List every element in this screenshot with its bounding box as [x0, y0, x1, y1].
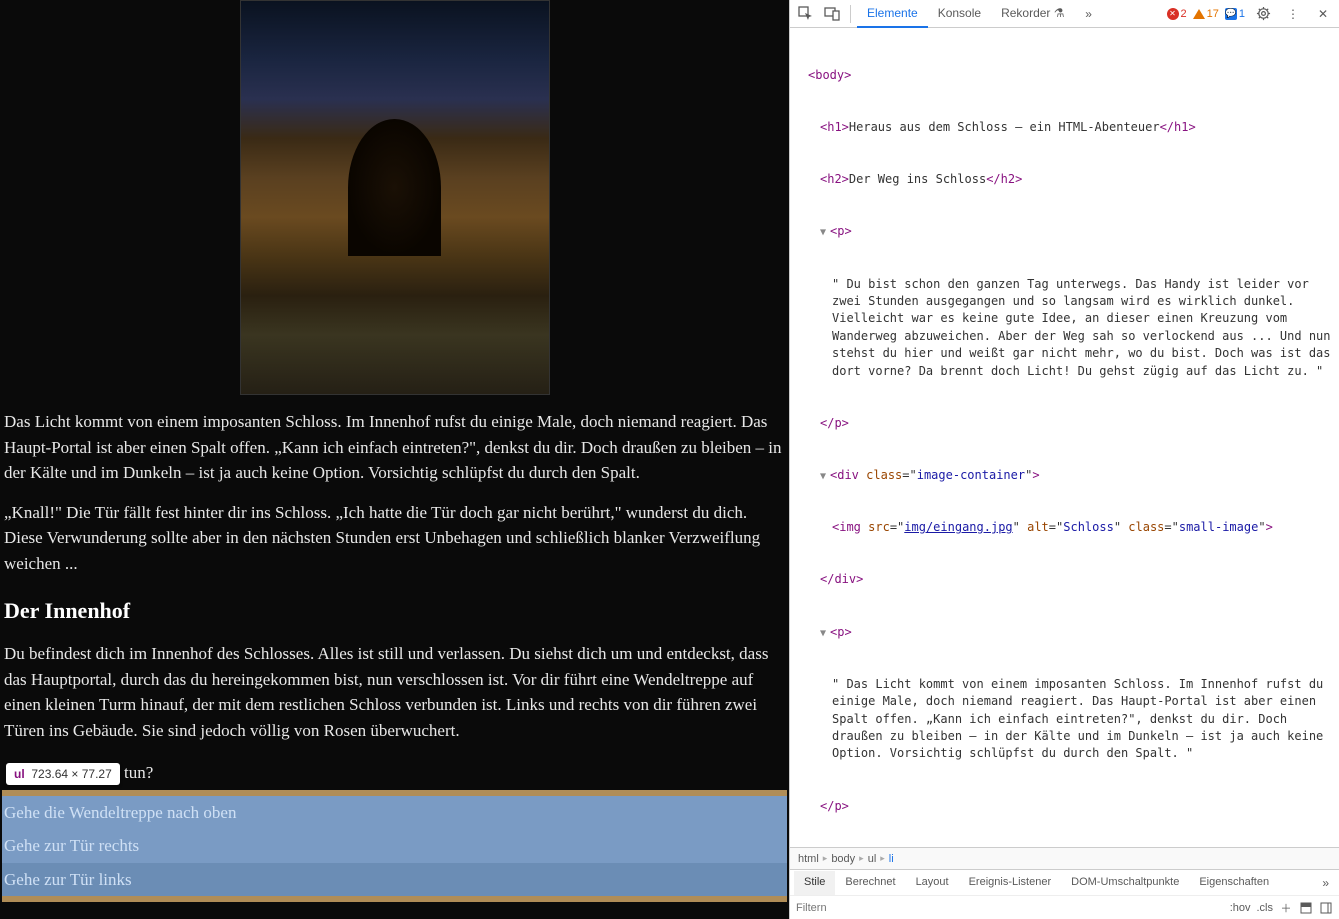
styles-tabs: Stile Berechnet Layout Ereignis-Listener…	[790, 869, 1339, 895]
error-count[interactable]: ✕2	[1167, 8, 1187, 20]
tab-berechnet[interactable]: Berechnet	[835, 871, 905, 895]
link-tuer-rechts: Gehe zur Tür rechts	[4, 836, 139, 855]
cls-toggle[interactable]: .cls	[1257, 902, 1274, 914]
computed-styles-icon[interactable]	[1299, 901, 1313, 915]
flask-icon: ⚗	[1054, 6, 1065, 20]
toggle-sidebar-icon[interactable]	[1319, 901, 1333, 915]
kebab-menu-icon[interactable]: ⋮	[1281, 2, 1305, 26]
ul-highlight-overlay: Gehe die Wendeltreppe nach oben Gehe zur…	[2, 790, 787, 903]
new-style-rule-icon[interactable]: ＋	[1279, 901, 1293, 915]
link-tuer-links: Gehe zur Tür links	[4, 870, 132, 889]
tab-layout[interactable]: Layout	[906, 871, 959, 895]
devtools-panel: Elemente Konsole Rekorder ⚗ » ✕2 17 💬1 ⋮…	[789, 0, 1339, 919]
tab-eigenschaften[interactable]: Eigenschaften	[1189, 871, 1279, 895]
list-item-1[interactable]: Gehe die Wendeltreppe nach oben	[2, 796, 787, 830]
crumb-ul[interactable]: ul	[868, 853, 877, 865]
story-paragraph-4: Du befindest dich im Innenhof des Schlos…	[4, 641, 785, 743]
settings-icon[interactable]	[1251, 2, 1275, 26]
more-styles-tabs-icon[interactable]: »	[1316, 876, 1335, 890]
story-paragraph-3: „Knall!" Die Tür fällt fest hinter dir i…	[4, 500, 785, 577]
tab-stile[interactable]: Stile	[794, 871, 835, 895]
castle-image	[240, 0, 550, 395]
hov-toggle[interactable]: :hov	[1230, 902, 1251, 914]
tab-console[interactable]: Konsole	[928, 0, 991, 28]
prompt-line-tail: tun?	[124, 763, 153, 782]
dom-breadcrumb[interactable]: html▸ body▸ ul▸ li	[790, 847, 1339, 869]
styles-filter-input[interactable]	[796, 902, 916, 914]
list-item-3[interactable]: Gehe zur Tür links	[2, 863, 787, 897]
link-wendeltreppe: Gehe die Wendeltreppe nach oben	[4, 803, 236, 822]
tab-dom-umschaltpunkte[interactable]: DOM-Umschaltpunkte	[1061, 871, 1189, 895]
element-tooltip: ul 723.64 × 77.27	[6, 763, 120, 785]
crumb-body[interactable]: body	[831, 853, 855, 865]
styles-filter-row: :hov .cls ＋	[790, 895, 1339, 919]
device-toolbar-icon[interactable]	[820, 2, 844, 26]
crumb-html[interactable]: html	[798, 853, 819, 865]
more-tabs-icon[interactable]: »	[1077, 2, 1101, 26]
tab-recorder[interactable]: Rekorder ⚗	[991, 0, 1074, 28]
inspect-element-icon[interactable]	[794, 2, 818, 26]
rendered-page-panel[interactable]: Das Licht kommt von einem imposanten Sch…	[0, 0, 789, 919]
devtools-toolbar: Elemente Konsole Rekorder ⚗ » ✕2 17 💬1 ⋮…	[790, 0, 1339, 28]
story-paragraph-2: Das Licht kommt von einem imposanten Sch…	[4, 409, 785, 486]
list-item-2[interactable]: Gehe zur Tür rechts	[2, 829, 787, 863]
close-devtools-icon[interactable]: ✕	[1311, 2, 1335, 26]
warning-count[interactable]: 17	[1193, 8, 1219, 20]
tab-ereignis-listener[interactable]: Ereignis-Listener	[959, 871, 1062, 895]
dom-tree[interactable]: <body> <h1>Heraus aus dem Schloss – ein …	[790, 28, 1339, 847]
tab-elements[interactable]: Elemente	[857, 0, 928, 28]
devtools-tabs: Elemente Konsole Rekorder ⚗	[857, 0, 1075, 28]
crumb-li[interactable]: li	[889, 853, 894, 865]
image-container	[2, 0, 787, 395]
section-heading-innenhof: Der Innenhof	[4, 594, 785, 627]
info-count[interactable]: 💬1	[1225, 8, 1245, 20]
